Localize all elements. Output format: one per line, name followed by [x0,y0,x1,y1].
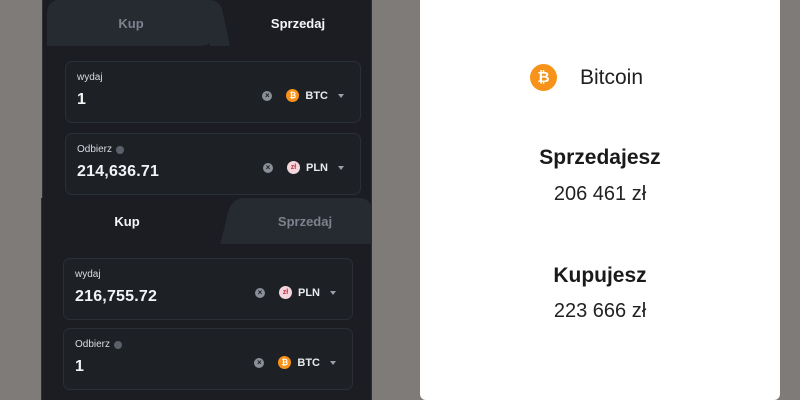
chevron-down-icon[interactable] [338,165,344,170]
coin-name: Bitcoin [580,65,644,89]
sell-widget: Kup Sprzedaj wydaj 1 × ₿ BTC Odbierz 214… [42,0,372,210]
tab-sell-label: Sprzedaj [270,15,326,31]
coin-header: ₿ Bitcoin [530,64,643,91]
bitcoin-icon: ₿ [530,64,557,91]
currency-select[interactable]: PLN [306,162,328,174]
sell-price-title: Sprzedajesz [539,146,661,169]
tab-buy-label: Kup [118,15,144,31]
chevron-down-icon[interactable] [330,360,336,365]
pln-icon: zł [279,286,292,299]
price-card: ₿ Bitcoin Sprzedajesz 206 461 zł Kupujes… [420,0,780,400]
info-icon[interactable] [114,340,123,349]
info-icon[interactable] [116,145,125,154]
buy-widget: Kup Sprzedaj wydaj 216,755.72 × zł PLN O… [41,198,372,400]
spend-amount-input[interactable]: 1 [77,91,86,109]
bitcoin-icon: ₿ [286,89,300,102]
chevron-down-icon[interactable] [330,290,336,295]
currency-select[interactable]: BTC [297,357,320,369]
currency-select[interactable]: BTC [305,90,328,102]
clear-icon[interactable]: × [255,287,265,298]
receive-field[interactable]: Odbierz 214,636.71 × zł PLN [65,133,361,195]
chevron-down-icon[interactable] [338,93,344,98]
tab-bar: Kup Sprzedaj [43,0,371,46]
receive-label: Odbierz [75,339,111,350]
sell-price-value: 206 461 zł [553,183,647,205]
clear-icon[interactable]: × [263,162,273,173]
tab-sell[interactable]: Sprzedaj [238,198,372,244]
receive-amount-input[interactable]: 214,636.71 [77,163,159,181]
receive-label-row: Odbierz [77,144,125,155]
tab-buy[interactable]: Kup [47,0,215,46]
buy-price-title: Kupujesz [553,264,647,287]
buy-price-value: 223 666 zł [553,300,647,322]
tab-sell-label: Sprzedaj [277,213,333,229]
tab-sell[interactable]: Sprzedaj [228,0,368,46]
receive-label: Odbierz [77,144,113,155]
spend-amount-input[interactable]: 216,755.72 [75,288,157,306]
clear-icon[interactable]: × [254,357,265,368]
spend-label: wydaj [75,269,101,280]
bitcoin-icon: ₿ [278,356,292,369]
receive-label-row: Odbierz [75,339,123,350]
tab-buy[interactable]: Kup [52,198,202,244]
clear-icon[interactable]: × [262,90,273,101]
tab-buy-label: Kup [114,213,140,229]
receive-amount-input[interactable]: 1 [75,358,84,376]
spend-field[interactable]: wydaj 1 × ₿ BTC [65,61,361,123]
tab-bar: Kup Sprzedaj [42,198,372,244]
currency-select[interactable]: PLN [298,287,320,299]
spend-label: wydaj [77,72,103,83]
pln-icon: zł [287,161,300,174]
spend-field[interactable]: wydaj 216,755.72 × zł PLN [63,258,353,320]
receive-field[interactable]: Odbierz 1 × ₿ BTC [63,328,353,390]
